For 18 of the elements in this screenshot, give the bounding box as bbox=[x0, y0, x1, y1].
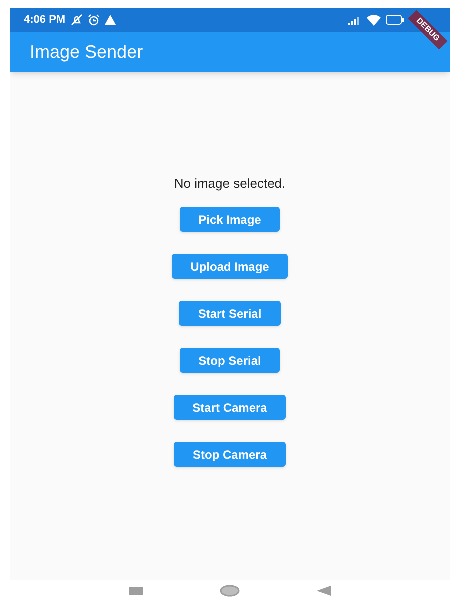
alarm-clock-icon bbox=[88, 14, 100, 26]
action-button[interactable]: Upload Image bbox=[172, 254, 288, 279]
action-button[interactable]: Stop Camera bbox=[174, 442, 286, 467]
muted-bell-icon bbox=[70, 14, 83, 26]
action-button[interactable]: Start Camera bbox=[174, 395, 286, 420]
action-button[interactable]: Stop Serial bbox=[180, 348, 280, 373]
signal-icon bbox=[348, 15, 362, 25]
status-time: 4:06 PM bbox=[24, 12, 66, 28]
app-title: Image Sender bbox=[30, 40, 144, 64]
action-button[interactable]: Pick Image bbox=[180, 207, 280, 232]
battery-icon bbox=[386, 15, 404, 25]
status-message: No image selected. bbox=[174, 176, 286, 192]
wifi-icon bbox=[367, 14, 381, 26]
square-icon bbox=[128, 587, 143, 595]
back-icon bbox=[317, 586, 332, 596]
action-button[interactable]: Start Serial bbox=[179, 301, 281, 326]
home-circle-icon bbox=[220, 585, 240, 597]
warning-icon bbox=[104, 15, 116, 25]
